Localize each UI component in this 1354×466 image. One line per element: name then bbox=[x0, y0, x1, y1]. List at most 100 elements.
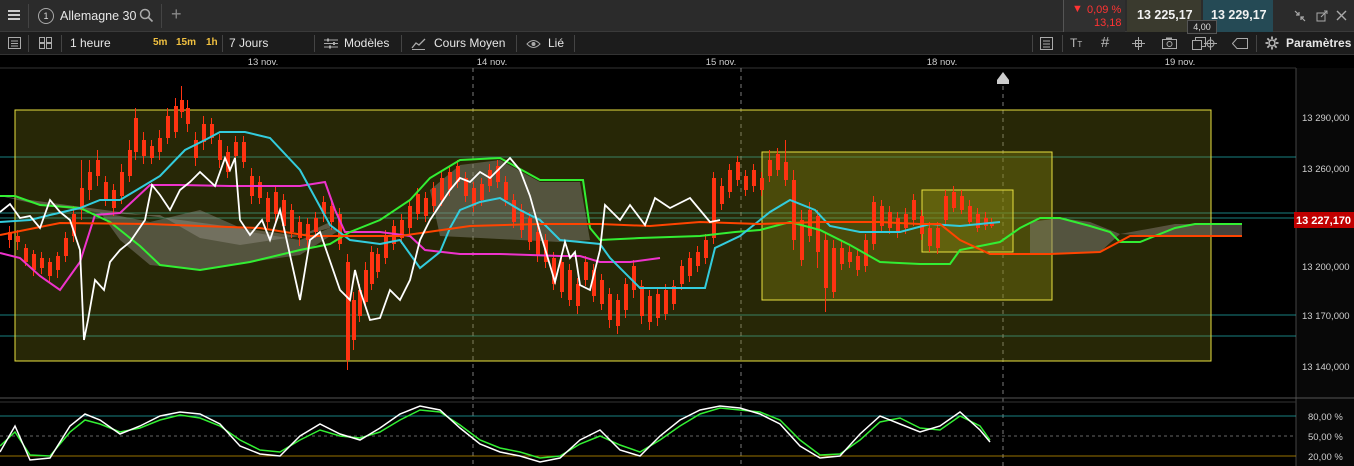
candle-body bbox=[752, 170, 756, 186]
search-icon[interactable] bbox=[139, 8, 154, 23]
candle-body bbox=[520, 210, 524, 230]
candle-body bbox=[16, 236, 20, 242]
candle-body bbox=[840, 248, 844, 264]
price-axis-label: 13 290,000 bbox=[1302, 113, 1350, 124]
change-points: 13,18 bbox=[1094, 17, 1122, 29]
candle bbox=[370, 246, 374, 290]
candle-body bbox=[48, 262, 52, 276]
candle-body bbox=[648, 296, 652, 322]
chart-toolbar: 1 heure 5m 15m 1h 7 Jours Modèles Cours … bbox=[0, 32, 1354, 55]
candle-body bbox=[158, 138, 162, 152]
candle-body bbox=[632, 266, 636, 290]
candle bbox=[712, 172, 716, 244]
gear-icon[interactable] bbox=[1265, 36, 1279, 50]
change-box: ▼ 0,09 % 13,18 bbox=[1063, 0, 1125, 32]
candle-body bbox=[440, 178, 444, 200]
candle-body bbox=[904, 214, 908, 228]
interval-15m-button[interactable]: 15m bbox=[176, 37, 196, 48]
candle-body bbox=[512, 200, 516, 222]
instrument-name[interactable]: Allemagne 30 bbox=[60, 9, 136, 23]
candle-body bbox=[56, 256, 60, 270]
date-label: 14 nov. bbox=[477, 57, 507, 68]
sliders-icon bbox=[324, 38, 338, 49]
candle-body bbox=[704, 240, 708, 258]
interval-5m-button[interactable]: 5m bbox=[153, 37, 167, 48]
candle-body bbox=[416, 194, 420, 214]
link-out-icon[interactable] bbox=[1316, 10, 1328, 22]
candle-body bbox=[936, 228, 940, 248]
candle-body bbox=[928, 228, 932, 246]
candle-body bbox=[832, 248, 836, 292]
candle-body bbox=[266, 198, 270, 222]
settings-button[interactable]: Paramètres bbox=[1286, 36, 1351, 50]
interval-dropdown[interactable]: 1 heure bbox=[70, 36, 111, 50]
crosshair-icon[interactable] bbox=[1204, 37, 1217, 50]
candle-body bbox=[600, 280, 604, 304]
candle-body bbox=[680, 266, 684, 284]
grid-icon[interactable]: # bbox=[1101, 34, 1109, 51]
text-tool-icon[interactable]: TT bbox=[1070, 36, 1082, 50]
date-label: 15 nov. bbox=[706, 57, 736, 68]
current-price-label: 13 227,170 bbox=[1296, 215, 1351, 227]
notes-icon[interactable] bbox=[1040, 37, 1053, 50]
candle-body bbox=[944, 196, 948, 220]
candle-body bbox=[142, 140, 146, 156]
oscillator-axis-label: 50,00 % bbox=[1308, 432, 1343, 443]
candle-body bbox=[696, 252, 700, 266]
candle-body bbox=[616, 300, 620, 326]
candle-body bbox=[134, 118, 138, 152]
candle-body bbox=[376, 254, 380, 272]
layout-grid-icon[interactable] bbox=[39, 37, 52, 49]
candle-body bbox=[784, 162, 788, 180]
moving-average-button[interactable]: Cours Moyen bbox=[434, 36, 505, 50]
candle-body bbox=[150, 146, 154, 158]
candle-body bbox=[290, 210, 294, 232]
average-chart-icon bbox=[411, 38, 426, 50]
date-label: 18 nov. bbox=[927, 57, 957, 68]
price-chart[interactable]: 13 nov. 14 nov. 15 nov. 18 nov. 19 nov. 13 2… bbox=[0, 55, 1354, 466]
candle-body bbox=[848, 252, 852, 262]
candle bbox=[792, 170, 796, 250]
candle-body bbox=[736, 162, 740, 180]
candle bbox=[338, 208, 342, 250]
candle-body bbox=[104, 182, 108, 200]
candle-body bbox=[664, 290, 668, 314]
candle-body bbox=[242, 142, 246, 162]
camera-icon[interactable] bbox=[1162, 37, 1177, 49]
interval-1h-button[interactable]: 1h bbox=[206, 37, 218, 48]
candle-body bbox=[952, 192, 956, 208]
candle-body bbox=[128, 150, 132, 176]
candle-body bbox=[776, 154, 780, 170]
candle-body bbox=[24, 248, 28, 262]
candle-body bbox=[560, 262, 564, 292]
candle-body bbox=[424, 198, 428, 216]
shrink-icon[interactable] bbox=[1294, 10, 1306, 22]
date-label: 19 nov. bbox=[1165, 57, 1195, 68]
candle-body bbox=[504, 182, 508, 200]
menu-icon[interactable] bbox=[8, 10, 20, 20]
candle-body bbox=[912, 200, 916, 220]
close-icon[interactable] bbox=[1336, 10, 1347, 21]
candle-body bbox=[856, 256, 860, 270]
candle-body bbox=[314, 218, 318, 232]
range-dropdown[interactable]: 7 Jours bbox=[229, 36, 268, 50]
linked-button[interactable]: Lié bbox=[548, 36, 564, 50]
list-view-icon[interactable] bbox=[8, 37, 21, 49]
plus-icon[interactable]: + bbox=[171, 4, 182, 25]
candle-body bbox=[584, 262, 588, 280]
candle-body bbox=[968, 206, 972, 222]
candle-body bbox=[824, 240, 828, 288]
price-axis-label: 13 140,000 bbox=[1302, 362, 1350, 373]
candle-body bbox=[576, 284, 580, 306]
down-arrow-icon: ▼ bbox=[1072, 3, 1083, 15]
candle-body bbox=[274, 192, 278, 214]
candle-body bbox=[640, 286, 644, 316]
date-label: 13 nov. bbox=[248, 57, 278, 68]
candle-body bbox=[760, 178, 764, 190]
tag-icon[interactable] bbox=[1232, 38, 1248, 49]
candle-body bbox=[32, 254, 36, 270]
crosshair-settings-icon[interactable] bbox=[1131, 37, 1146, 50]
candle-body bbox=[234, 142, 238, 156]
candle-body bbox=[688, 258, 692, 276]
models-button[interactable]: Modèles bbox=[344, 36, 389, 50]
